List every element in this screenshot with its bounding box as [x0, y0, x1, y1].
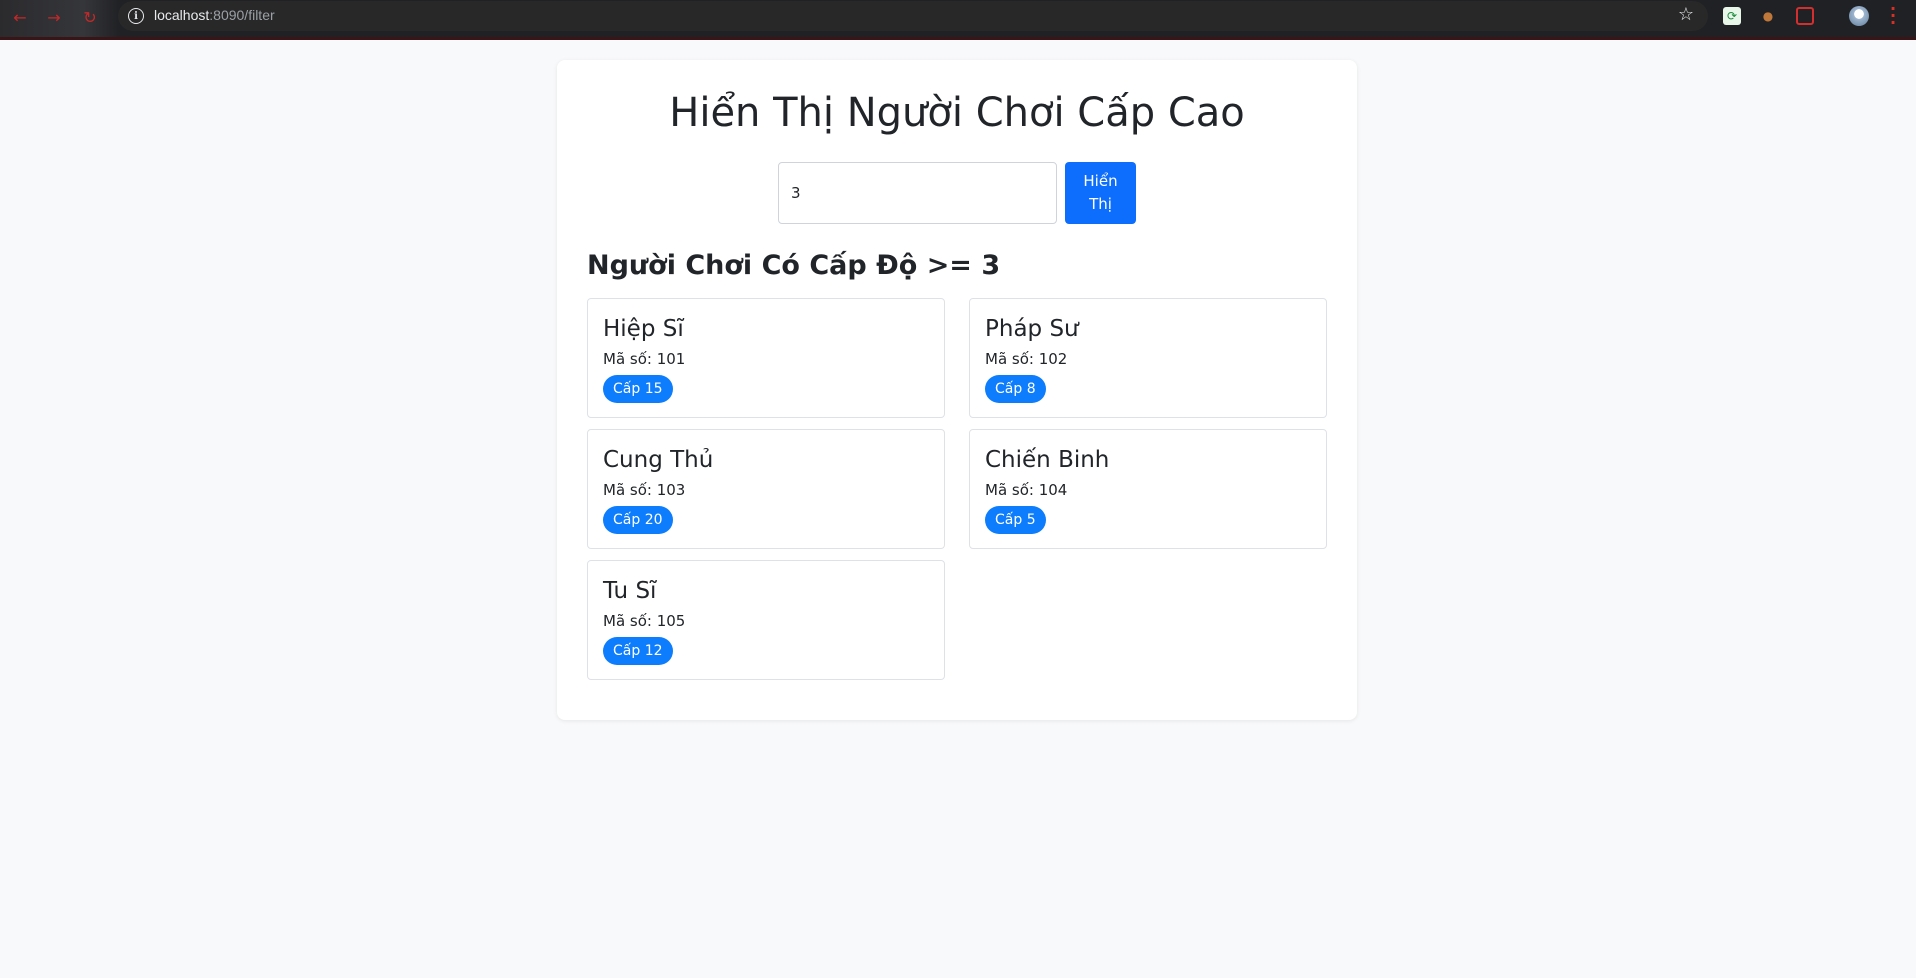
- extension-sync-icon[interactable]: ⟳: [1723, 7, 1741, 25]
- browser-toolbar: ← → ↻ i localhost:8090/filter ☆ ⟳ ● · · ·: [0, 0, 1916, 40]
- url-text: localhost:8090/filter: [154, 7, 275, 23]
- player-card: Hiệp Sĩ Mã số: 101 Cấp 15: [587, 298, 945, 418]
- reload-icon[interactable]: ↻: [78, 5, 102, 29]
- player-card: Cung Thủ Mã số: 103 Cấp 20: [587, 429, 945, 549]
- show-button[interactable]: Hiển Thị: [1065, 162, 1136, 224]
- player-name: Cung Thủ: [603, 447, 714, 473]
- level-badge: Cấp 20: [603, 506, 673, 534]
- menu-kebab-icon[interactable]: · · ·: [1890, 1, 1896, 31]
- level-badge: Cấp 12: [603, 637, 673, 665]
- player-card: Chiến Binh Mã số: 104 Cấp 5: [969, 429, 1327, 549]
- level-input[interactable]: [778, 162, 1057, 224]
- level-badge: Cấp 5: [985, 506, 1046, 534]
- player-name: Tu Sĩ: [603, 578, 657, 604]
- player-name: Chiến Binh: [985, 447, 1110, 473]
- level-badge: Cấp 15: [603, 375, 673, 403]
- level-badge: Cấp 8: [985, 375, 1046, 403]
- player-id: Mã số: 103: [603, 481, 686, 499]
- forward-icon[interactable]: →: [42, 5, 66, 29]
- results-heading: Người Chơi Có Cấp Độ >= 3: [587, 250, 1001, 281]
- player-name: Pháp Sư: [985, 316, 1079, 342]
- profile-avatar[interactable]: [1849, 6, 1869, 26]
- main-panel: Hiển Thị Người Chơi Cấp Cao Hiển Thị Ngư…: [557, 60, 1357, 720]
- extension-cookie-icon[interactable]: ●: [1759, 7, 1777, 25]
- player-card: Tu Sĩ Mã số: 105 Cấp 12: [587, 560, 945, 680]
- player-id: Mã số: 105: [603, 612, 686, 630]
- address-bar[interactable]: i localhost:8090/filter ☆: [118, 1, 1708, 31]
- toolbar-divider: [0, 37, 1916, 40]
- page-title: Hiển Thị Người Chơi Cấp Cao: [669, 90, 1245, 136]
- bookmark-star-icon[interactable]: ☆: [1678, 4, 1694, 25]
- player-grid: Hiệp Sĩ Mã số: 101 Cấp 15 Pháp Sư Mã số:…: [587, 298, 1327, 680]
- url-host: localhost: [154, 7, 210, 23]
- url-path: :8090/filter: [209, 7, 275, 23]
- extension-puzzle-icon[interactable]: [1796, 7, 1814, 25]
- player-id: Mã số: 104: [985, 481, 1068, 499]
- player-card: Pháp Sư Mã số: 102 Cấp 8: [969, 298, 1327, 418]
- player-id: Mã số: 102: [985, 350, 1068, 368]
- site-info-icon[interactable]: i: [128, 8, 144, 24]
- player-name: Hiệp Sĩ: [603, 316, 684, 342]
- player-id: Mã số: 101: [603, 350, 686, 368]
- back-icon[interactable]: ←: [8, 5, 32, 29]
